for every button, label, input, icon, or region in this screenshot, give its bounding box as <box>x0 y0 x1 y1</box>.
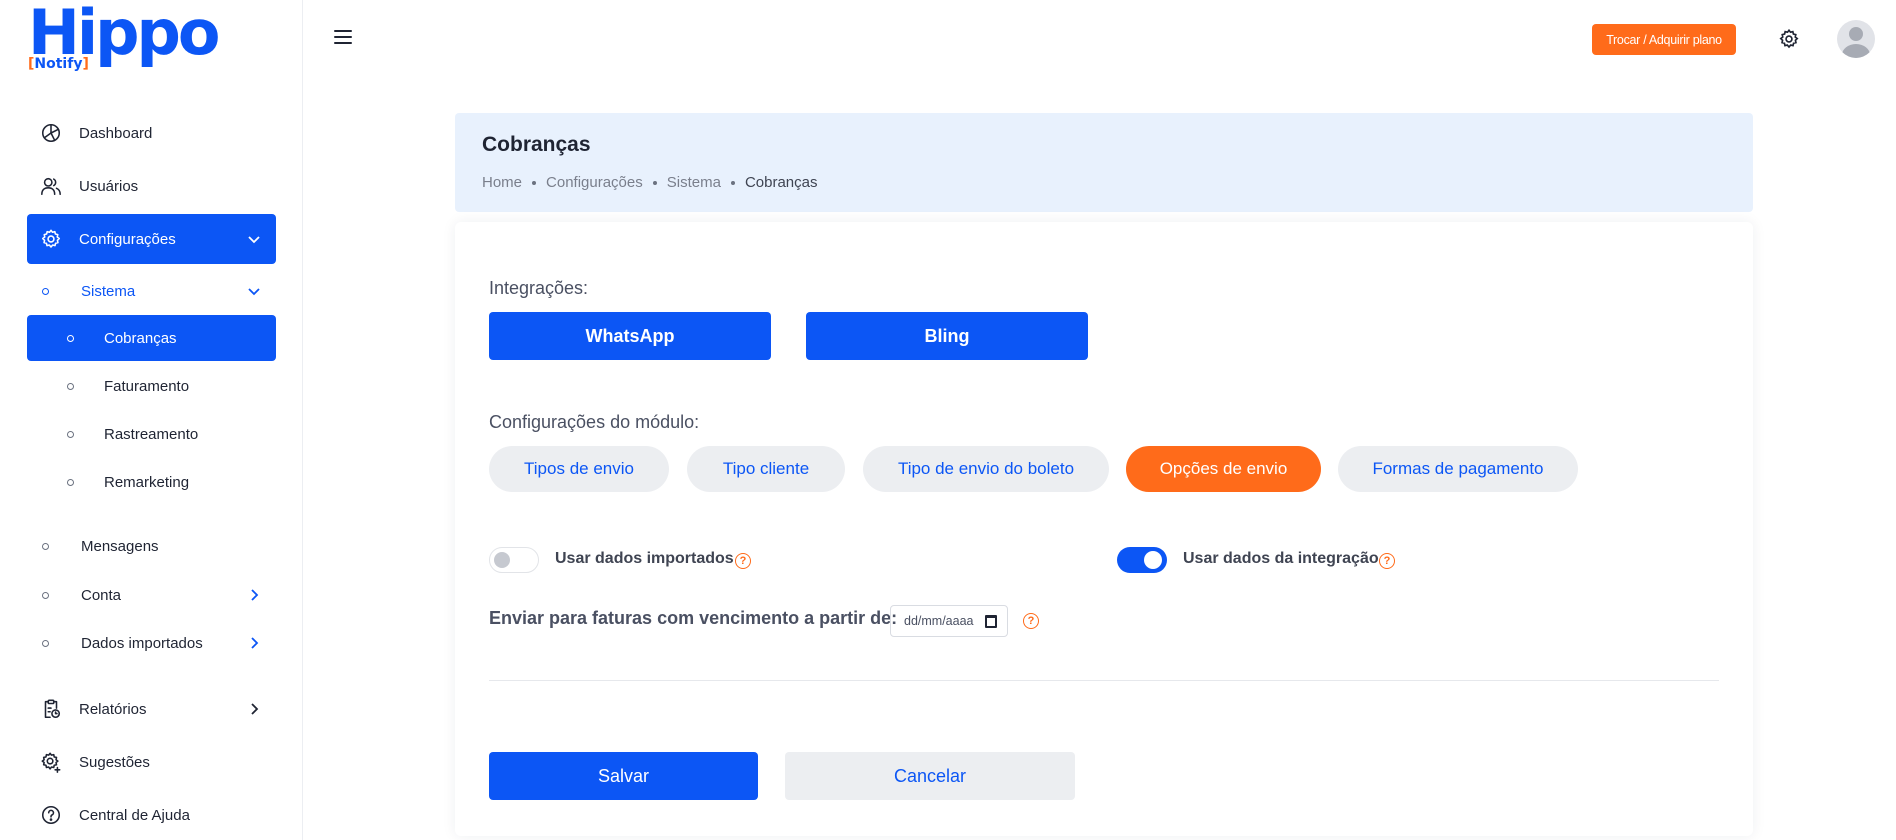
tab-tipo-cliente[interactable]: Tipo cliente <box>687 446 845 492</box>
gear-icon <box>39 227 63 251</box>
breadcrumb-current: Cobranças <box>744 174 818 191</box>
use-imported-data-toggle[interactable] <box>489 547 539 573</box>
whatsapp-integration-button[interactable]: WhatsApp <box>489 312 771 360</box>
settings-plus-icon <box>39 750 63 774</box>
hamburger-icon <box>334 30 352 32</box>
breadcrumb: Home Configurações Sistema Cobranças <box>482 174 817 191</box>
menu-toggle-button[interactable] <box>334 30 352 44</box>
due-date-input[interactable]: dd/mm/aaaa <box>890 605 1008 637</box>
sidebar-item-relatorios[interactable]: Relatórios <box>27 687 276 731</box>
sidebar-item-sistema[interactable]: Sistema <box>27 268 276 314</box>
sidebar-item-dashboard[interactable]: Dashboard <box>27 111 276 155</box>
settings-button[interactable] <box>1778 28 1800 50</box>
sidebar-item-sugestoes[interactable]: Sugestões <box>27 740 276 784</box>
sidebar-item-cobrancas[interactable]: Cobranças <box>27 315 276 361</box>
breadcrumb-configuracoes[interactable]: Configurações <box>546 174 643 191</box>
bullet-icon <box>67 478 74 486</box>
chevron-right-icon <box>246 701 262 717</box>
page-header: Cobranças Home Configurações Sistema Cob… <box>455 113 1753 212</box>
integrations-label: Integrações: <box>489 278 589 298</box>
due-date-label: Enviar para faturas com vencimento a par… <box>489 608 898 628</box>
date-placeholder: dd/mm/aaaa <box>904 614 974 628</box>
breadcrumb-separator <box>532 180 537 185</box>
sidebar-item-label: Cobranças <box>104 329 177 347</box>
sidebar-item-users[interactable]: Usuários <box>27 164 276 208</box>
bling-integration-button[interactable]: Bling <box>806 312 1088 360</box>
sidebar-item-central-de-ajuda[interactable]: Central de Ajuda <box>27 793 276 837</box>
breadcrumb-separator <box>730 180 735 185</box>
avatar-body-shape <box>1842 44 1870 58</box>
toggle-knob <box>494 552 510 568</box>
bullet-icon <box>67 334 74 342</box>
sidebar-item-remarketing[interactable]: Remarketing <box>27 459 276 505</box>
tab-formas-de-pagamento[interactable]: Formas de pagamento <box>1338 446 1578 492</box>
sidebar-item-mensagens[interactable]: Mensagens <box>27 523 276 569</box>
sidebar-item-label: Usuários <box>79 177 139 195</box>
sidebar-item-label: Rastreamento <box>104 425 199 443</box>
help-icon[interactable]: ? <box>1023 613 1039 629</box>
avatar-head-shape <box>1849 27 1863 41</box>
settings-card: Integrações: WhatsApp Bling Configuraçõe… <box>455 222 1753 836</box>
bullet-icon <box>42 287 49 295</box>
sidebar-item-faturamento[interactable]: Faturamento <box>27 363 276 409</box>
sidebar-item-rastreamento[interactable]: Rastreamento <box>27 411 276 457</box>
calendar-icon[interactable] <box>985 615 997 628</box>
help-icon[interactable]: ? <box>735 553 751 569</box>
sidebar-item-label: Central de Ajuda <box>79 806 190 824</box>
chevron-down-icon <box>246 231 262 247</box>
change-plan-button[interactable]: Trocar / Adquirir plano <box>1592 24 1736 55</box>
save-button[interactable]: Salvar <box>489 752 758 800</box>
hamburger-icon <box>334 36 352 38</box>
use-integration-data-label: Usar dados da integração <box>1183 550 1379 567</box>
bullet-icon <box>42 542 49 550</box>
user-avatar[interactable] <box>1837 20 1875 58</box>
bullet-icon <box>67 430 74 438</box>
hamburger-icon <box>334 42 352 44</box>
sidebar-item-label: Remarketing <box>104 473 190 491</box>
sidebar-item-dados-importados[interactable]: Dados importados <box>27 620 276 666</box>
page-title: Cobranças <box>482 133 591 156</box>
breadcrumb-sistema[interactable]: Sistema <box>667 174 721 191</box>
help-circle-icon <box>39 803 63 827</box>
use-imported-data-label: Usar dados importados <box>555 550 734 567</box>
sidebar-item-label: Dashboard <box>79 124 153 142</box>
bullet-icon <box>42 591 49 599</box>
sidebar-item-label: Sugestões <box>79 753 150 771</box>
report-icon <box>39 697 63 721</box>
sidebar-item-label: Relatórios <box>79 700 147 718</box>
help-icon[interactable]: ? <box>1379 553 1395 569</box>
sidebar-item-label: Dados importados <box>81 634 203 652</box>
chevron-down-icon <box>246 283 262 299</box>
toggle-knob <box>1144 551 1162 569</box>
chevron-right-icon <box>246 587 262 603</box>
chevron-right-icon <box>246 635 262 651</box>
tab-tipo-de-envio-do-boleto[interactable]: Tipo de envio do boleto <box>863 446 1109 492</box>
dashboard-icon <box>39 121 63 145</box>
breadcrumb-home[interactable]: Home <box>482 174 522 191</box>
sidebar-item-conta[interactable]: Conta <box>27 572 276 618</box>
use-integration-data-toggle[interactable] <box>1117 547 1167 573</box>
module-settings-label: Configurações do módulo: <box>489 412 700 432</box>
sidebar-item-configuracoes[interactable]: Configurações <box>27 214 276 264</box>
sidebar-item-label: Configurações <box>79 230 176 248</box>
sidebar: Hippo [Notify] Dashboard Usuários Config… <box>0 0 303 840</box>
tab-opcoes-de-envio[interactable]: Opções de envio <box>1126 446 1321 492</box>
section-divider <box>489 680 1719 681</box>
logo-subtitle: [Notify] <box>28 56 89 72</box>
sidebar-item-label: Conta <box>81 586 122 604</box>
sidebar-item-label: Sistema <box>81 282 136 300</box>
sidebar-item-label: Mensagens <box>81 537 159 555</box>
cancel-button[interactable]: Cancelar <box>785 752 1075 800</box>
bullet-icon <box>42 639 49 647</box>
hippo-logo[interactable]: Hippo [Notify] <box>28 0 220 76</box>
sidebar-item-label: Faturamento <box>104 377 190 395</box>
breadcrumb-separator <box>652 180 657 185</box>
bullet-icon <box>67 382 74 390</box>
users-icon <box>39 174 63 198</box>
gear-icon <box>1779 28 1799 49</box>
tab-tipos-de-envio[interactable]: Tipos de envio <box>489 446 669 492</box>
